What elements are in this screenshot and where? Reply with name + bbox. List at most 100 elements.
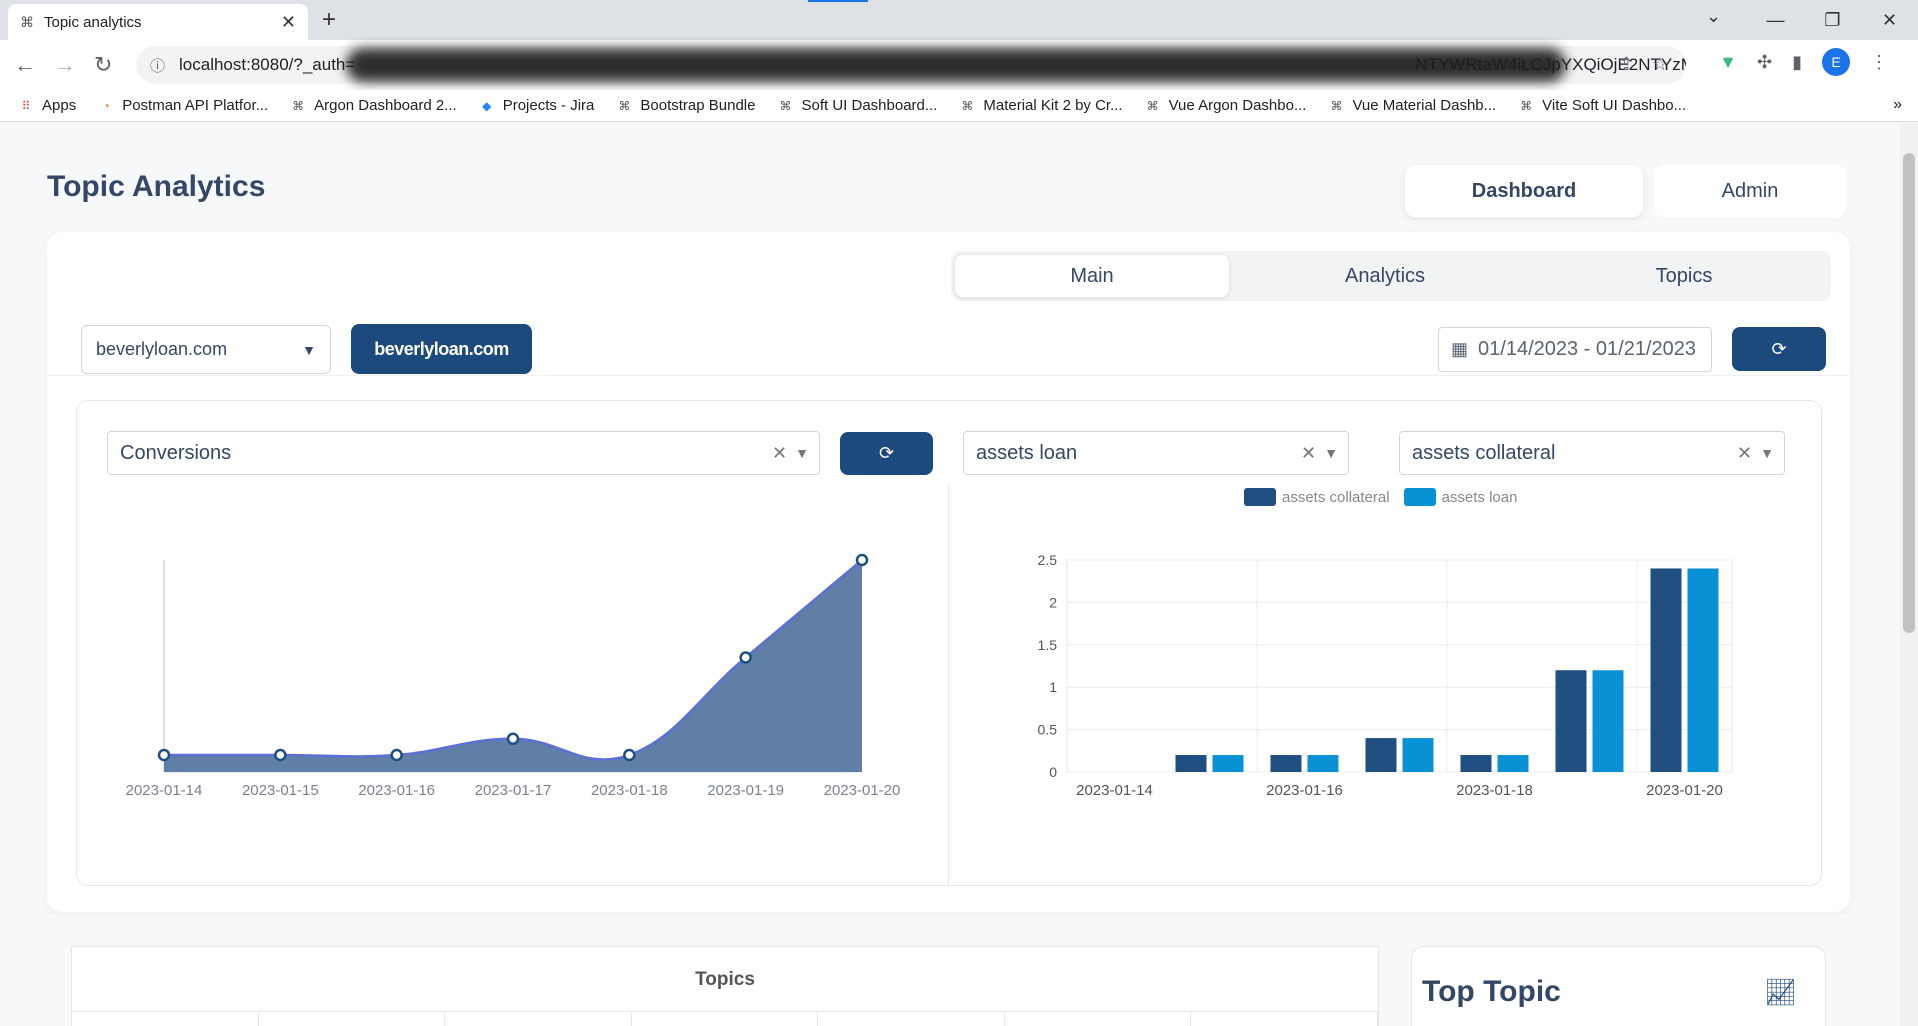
bar <box>1270 755 1302 772</box>
browser-tab-strip: ⌘ Topic analytics ✕ + ⌄ — ❐ ✕ <box>0 0 1918 40</box>
bookmark-item[interactable]: ⌘ Vite Soft UI Dashbo... <box>1518 97 1686 114</box>
topic-select-b[interactable]: assets collateral ✕ ▼ <box>1399 431 1785 475</box>
legend-label: assets loan <box>1441 488 1518 506</box>
topics-bar-chart: 0 0.5 1 1.5 2 2.5 2023-01-14 2023-01-16 2023-01-… <box>1038 552 1733 799</box>
top-topic-title: Top Topic <box>1422 975 1561 1008</box>
topics-table-title: Topics <box>695 969 755 990</box>
x-tick-label: 2023-01-18 <box>1456 782 1533 799</box>
bar <box>1460 755 1492 772</box>
data-point <box>623 748 636 762</box>
header-divider <box>47 375 1850 376</box>
jira-icon: ◆ <box>482 98 492 113</box>
chevron-down-icon[interactable]: ▼ <box>795 445 809 461</box>
topic-select-b-value: assets collateral <box>1412 441 1556 464</box>
chevron-down-icon[interactable]: ▼ <box>1324 445 1338 461</box>
y-tick-label: 2 <box>1049 594 1057 610</box>
browser-menu-icon[interactable]: ⋮ <box>1870 52 1888 73</box>
bookmark-item[interactable]: ⌘ Soft UI Dashboard... <box>777 97 937 114</box>
tab-search-chevron-icon[interactable]: ⌄ <box>1706 6 1721 27</box>
date-range-input[interactable]: ▦ 01/14/2023 - 01/21/2023 <box>1438 327 1712 372</box>
page-scrollbar[interactable] <box>1900 123 1918 1026</box>
bar-chart-legend: assets collateral assets loan <box>1244 488 1517 506</box>
side-panel-icon[interactable]: ▮ <box>1792 52 1802 73</box>
scrollbar-thumb[interactable] <box>1903 153 1915 633</box>
date-range-value: 01/14/2023 - 01/21/2023 <box>1478 338 1696 360</box>
nav-dashboard-button[interactable]: Dashboard <box>1405 165 1643 217</box>
creative-tim-icon: ⌘ <box>1520 98 1533 113</box>
clear-icon[interactable]: ✕ <box>1737 443 1752 464</box>
restore-icon[interactable]: ❐ <box>1804 10 1861 31</box>
clear-icon[interactable]: ✕ <box>772 443 787 464</box>
section-divider <box>47 912 1850 913</box>
reload-icon[interactable]: ↻ <box>94 52 112 78</box>
share-icon[interactable]: ⇪ <box>1619 54 1634 75</box>
legend-item[interactable]: assets loan <box>1403 488 1518 506</box>
forward-icon[interactable]: → <box>54 52 76 78</box>
metric-select[interactable]: Conversions ✕ ▼ <box>107 431 820 475</box>
legend-item[interactable]: assets collateral <box>1244 488 1390 506</box>
x-tick-label: 2023-01-14 <box>126 782 203 799</box>
address-bar[interactable]: ⓘ localhost:8080/?_auth=NTYWRtaW4iLCJpYX… <box>136 46 1686 84</box>
refresh-date-button[interactable]: ⟳ <box>1732 327 1826 371</box>
site-button[interactable]: beverlyloan.com <box>351 324 532 374</box>
refresh-icon: ⟳ <box>878 443 895 463</box>
browser-toolbar: ← → ↻ ⓘ localhost:8080/?_auth=NTYWRtaW4i… <box>0 40 1918 90</box>
bar <box>1365 738 1397 772</box>
site-select-value: beverlyloan.com <box>96 339 228 359</box>
refresh-metric-button[interactable]: ⟳ <box>840 432 933 475</box>
close-tab-icon[interactable]: ✕ <box>281 12 296 33</box>
creative-tim-icon: ⌘ <box>961 98 974 113</box>
nav-admin-button[interactable]: Admin <box>1654 165 1846 217</box>
bookmarks-bar: ⠿ Apps ◔ Postman API Platfor... ⌘ Argon Dashb… <box>0 90 1918 122</box>
tab-title: Topic analytics <box>44 13 142 31</box>
data-point <box>157 748 171 762</box>
y-tick-label: 2.5 <box>1038 552 1058 568</box>
site-info-icon[interactable]: ⓘ <box>150 55 165 76</box>
back-icon[interactable]: ← <box>14 52 36 78</box>
bar <box>1212 755 1244 772</box>
bar <box>1307 755 1339 772</box>
topic-select-a[interactable]: assets loan ✕ ▼ <box>963 431 1349 475</box>
bookmark-item[interactable]: ⌘ Material Kit 2 by Cr... <box>959 97 1122 114</box>
bookmark-item[interactable]: ⌘ Bootstrap Bundle <box>616 97 755 114</box>
new-tab-icon[interactable]: + <box>322 6 336 34</box>
x-tick-label: 2023-01-17 <box>475 782 552 799</box>
creative-tim-icon: ⌘ <box>779 98 792 113</box>
bookmark-item[interactable]: ◔ Postman API Platfor... <box>98 97 269 114</box>
creative-tim-icon: ⌘ <box>292 98 305 113</box>
table-column <box>1191 1012 1379 1026</box>
extensions-puzzle-icon[interactable]: ✣ <box>1757 52 1772 73</box>
bookmark-item[interactable]: ⌘ Argon Dashboard 2... <box>290 97 457 114</box>
x-tick-label: 2023-01-20 <box>1646 782 1723 799</box>
table-column <box>632 1012 819 1026</box>
line-chart-icon[interactable]: 📈︎ <box>1764 977 1797 1008</box>
profile-avatar[interactable]: E <box>1822 48 1850 76</box>
bookmark-label: Projects - Jira <box>502 97 595 114</box>
close-window-icon[interactable]: ✕ <box>1861 10 1918 31</box>
table-column <box>445 1012 632 1026</box>
data-point <box>855 553 869 567</box>
site-select[interactable]: beverlyloan.com ▼ <box>81 325 331 374</box>
bookmark-item[interactable]: ⌘ Vue Material Dashb... <box>1328 97 1496 114</box>
bookmark-item[interactable]: ⠿ Apps <box>18 97 77 114</box>
browser-tab[interactable]: ⌘ Topic analytics ✕ <box>8 4 308 40</box>
bookmark-item[interactable]: ⌘ Vue Argon Dashbo... <box>1145 97 1307 114</box>
window-controls: — ❐ ✕ <box>1747 0 1918 40</box>
clear-icon[interactable]: ✕ <box>1301 443 1316 464</box>
bar <box>1175 755 1207 772</box>
chevron-down-icon[interactable]: ▼ <box>1760 445 1774 461</box>
tab-analytics[interactable]: Analytics <box>1239 255 1531 297</box>
calendar-icon: ▦ <box>1451 339 1469 359</box>
minimize-icon[interactable]: — <box>1747 10 1804 31</box>
bar <box>1555 670 1587 772</box>
vue-devtools-icon[interactable]: ▼ <box>1719 52 1737 73</box>
bookmark-star-icon[interactable]: ☆ <box>1652 54 1668 75</box>
tab-topics[interactable]: Topics <box>1541 255 1827 297</box>
topics-table-panel: Topics <box>71 946 1379 1026</box>
view-tabs: Main Analytics Topics <box>951 251 1831 301</box>
bar <box>1687 568 1719 772</box>
bookmark-item[interactable]: ◆ Projects - Jira <box>479 97 595 114</box>
tab-main[interactable]: Main <box>955 255 1229 297</box>
more-bookmarks-icon[interactable]: » <box>1893 96 1902 114</box>
bookmark-label: Soft UI Dashboard... <box>801 97 938 114</box>
